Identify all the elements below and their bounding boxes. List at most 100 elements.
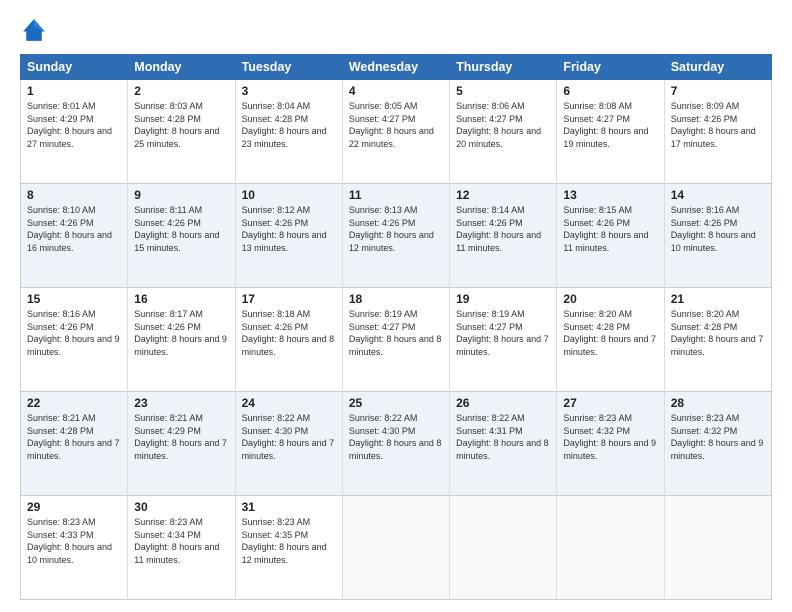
calendar-cell: 9 Sunrise: 8:11 AMSunset: 4:26 PMDayligh… [128, 184, 235, 288]
calendar-cell: 23 Sunrise: 8:21 AMSunset: 4:29 PMDaylig… [128, 392, 235, 496]
day-number: 13 [563, 188, 657, 202]
calendar-cell: 27 Sunrise: 8:23 AMSunset: 4:32 PMDaylig… [557, 392, 664, 496]
calendar-cell: 4 Sunrise: 8:05 AMSunset: 4:27 PMDayligh… [342, 80, 449, 184]
day-header-saturday: Saturday [664, 55, 771, 80]
day-info: Sunrise: 8:23 AMSunset: 4:35 PMDaylight:… [242, 517, 327, 565]
day-info: Sunrise: 8:23 AMSunset: 4:32 PMDaylight:… [563, 413, 656, 461]
calendar-cell: 19 Sunrise: 8:19 AMSunset: 4:27 PMDaylig… [450, 288, 557, 392]
day-number: 8 [27, 188, 121, 202]
day-info: Sunrise: 8:23 AMSunset: 4:32 PMDaylight:… [671, 413, 764, 461]
day-number: 20 [563, 292, 657, 306]
day-info: Sunrise: 8:20 AMSunset: 4:28 PMDaylight:… [671, 309, 764, 357]
day-info: Sunrise: 8:10 AMSunset: 4:26 PMDaylight:… [27, 205, 112, 253]
calendar-body: 1 Sunrise: 8:01 AMSunset: 4:29 PMDayligh… [21, 80, 772, 600]
day-header-thursday: Thursday [450, 55, 557, 80]
day-info: Sunrise: 8:08 AMSunset: 4:27 PMDaylight:… [563, 101, 648, 149]
day-info: Sunrise: 8:20 AMSunset: 4:28 PMDaylight:… [563, 309, 656, 357]
day-number: 23 [134, 396, 228, 410]
week-row-3: 15 Sunrise: 8:16 AMSunset: 4:26 PMDaylig… [21, 288, 772, 392]
day-number: 21 [671, 292, 765, 306]
day-number: 26 [456, 396, 550, 410]
week-row-1: 1 Sunrise: 8:01 AMSunset: 4:29 PMDayligh… [21, 80, 772, 184]
day-info: Sunrise: 8:03 AMSunset: 4:28 PMDaylight:… [134, 101, 219, 149]
day-info: Sunrise: 8:16 AMSunset: 4:26 PMDaylight:… [27, 309, 120, 357]
calendar-cell: 18 Sunrise: 8:19 AMSunset: 4:27 PMDaylig… [342, 288, 449, 392]
calendar-cell: 24 Sunrise: 8:22 AMSunset: 4:30 PMDaylig… [235, 392, 342, 496]
calendar-cell: 31 Sunrise: 8:23 AMSunset: 4:35 PMDaylig… [235, 496, 342, 600]
header [20, 16, 772, 44]
day-number: 4 [349, 84, 443, 98]
day-number: 15 [27, 292, 121, 306]
day-number: 24 [242, 396, 336, 410]
day-info: Sunrise: 8:15 AMSunset: 4:26 PMDaylight:… [563, 205, 648, 253]
day-info: Sunrise: 8:17 AMSunset: 4:26 PMDaylight:… [134, 309, 227, 357]
day-number: 25 [349, 396, 443, 410]
day-info: Sunrise: 8:14 AMSunset: 4:26 PMDaylight:… [456, 205, 541, 253]
week-row-4: 22 Sunrise: 8:21 AMSunset: 4:28 PMDaylig… [21, 392, 772, 496]
day-number: 22 [27, 396, 121, 410]
calendar-cell: 3 Sunrise: 8:04 AMSunset: 4:28 PMDayligh… [235, 80, 342, 184]
day-number: 30 [134, 500, 228, 514]
calendar-table: SundayMondayTuesdayWednesdayThursdayFrid… [20, 54, 772, 600]
day-number: 9 [134, 188, 228, 202]
calendar-cell [342, 496, 449, 600]
logo [20, 16, 52, 44]
day-info: Sunrise: 8:23 AMSunset: 4:34 PMDaylight:… [134, 517, 219, 565]
day-number: 7 [671, 84, 765, 98]
day-info: Sunrise: 8:09 AMSunset: 4:26 PMDaylight:… [671, 101, 756, 149]
day-info: Sunrise: 8:18 AMSunset: 4:26 PMDaylight:… [242, 309, 335, 357]
days-header-row: SundayMondayTuesdayWednesdayThursdayFrid… [21, 55, 772, 80]
calendar-cell: 10 Sunrise: 8:12 AMSunset: 4:26 PMDaylig… [235, 184, 342, 288]
day-number: 14 [671, 188, 765, 202]
calendar-cell: 26 Sunrise: 8:22 AMSunset: 4:31 PMDaylig… [450, 392, 557, 496]
calendar-cell [450, 496, 557, 600]
calendar-cell: 8 Sunrise: 8:10 AMSunset: 4:26 PMDayligh… [21, 184, 128, 288]
calendar-cell: 20 Sunrise: 8:20 AMSunset: 4:28 PMDaylig… [557, 288, 664, 392]
week-row-5: 29 Sunrise: 8:23 AMSunset: 4:33 PMDaylig… [21, 496, 772, 600]
day-number: 2 [134, 84, 228, 98]
day-number: 31 [242, 500, 336, 514]
day-number: 17 [242, 292, 336, 306]
day-header-tuesday: Tuesday [235, 55, 342, 80]
day-header-sunday: Sunday [21, 55, 128, 80]
day-number: 18 [349, 292, 443, 306]
day-header-friday: Friday [557, 55, 664, 80]
calendar-cell: 5 Sunrise: 8:06 AMSunset: 4:27 PMDayligh… [450, 80, 557, 184]
calendar-cell: 16 Sunrise: 8:17 AMSunset: 4:26 PMDaylig… [128, 288, 235, 392]
day-info: Sunrise: 8:01 AMSunset: 4:29 PMDaylight:… [27, 101, 112, 149]
calendar-cell: 7 Sunrise: 8:09 AMSunset: 4:26 PMDayligh… [664, 80, 771, 184]
day-info: Sunrise: 8:22 AMSunset: 4:31 PMDaylight:… [456, 413, 549, 461]
day-number: 12 [456, 188, 550, 202]
day-number: 6 [563, 84, 657, 98]
calendar-cell: 21 Sunrise: 8:20 AMSunset: 4:28 PMDaylig… [664, 288, 771, 392]
calendar-cell: 13 Sunrise: 8:15 AMSunset: 4:26 PMDaylig… [557, 184, 664, 288]
day-info: Sunrise: 8:21 AMSunset: 4:29 PMDaylight:… [134, 413, 227, 461]
day-number: 11 [349, 188, 443, 202]
calendar-cell: 25 Sunrise: 8:22 AMSunset: 4:30 PMDaylig… [342, 392, 449, 496]
day-number: 10 [242, 188, 336, 202]
day-number: 19 [456, 292, 550, 306]
day-info: Sunrise: 8:05 AMSunset: 4:27 PMDaylight:… [349, 101, 434, 149]
day-info: Sunrise: 8:19 AMSunset: 4:27 PMDaylight:… [456, 309, 549, 357]
day-number: 5 [456, 84, 550, 98]
calendar-cell: 30 Sunrise: 8:23 AMSunset: 4:34 PMDaylig… [128, 496, 235, 600]
day-number: 27 [563, 396, 657, 410]
calendar-cell: 2 Sunrise: 8:03 AMSunset: 4:28 PMDayligh… [128, 80, 235, 184]
day-info: Sunrise: 8:11 AMSunset: 4:26 PMDaylight:… [134, 205, 219, 253]
day-number: 3 [242, 84, 336, 98]
calendar-cell: 11 Sunrise: 8:13 AMSunset: 4:26 PMDaylig… [342, 184, 449, 288]
day-info: Sunrise: 8:23 AMSunset: 4:33 PMDaylight:… [27, 517, 112, 565]
week-row-2: 8 Sunrise: 8:10 AMSunset: 4:26 PMDayligh… [21, 184, 772, 288]
day-header-monday: Monday [128, 55, 235, 80]
day-header-wednesday: Wednesday [342, 55, 449, 80]
day-info: Sunrise: 8:06 AMSunset: 4:27 PMDaylight:… [456, 101, 541, 149]
calendar-cell: 28 Sunrise: 8:23 AMSunset: 4:32 PMDaylig… [664, 392, 771, 496]
day-info: Sunrise: 8:13 AMSunset: 4:26 PMDaylight:… [349, 205, 434, 253]
day-info: Sunrise: 8:22 AMSunset: 4:30 PMDaylight:… [349, 413, 442, 461]
day-number: 1 [27, 84, 121, 98]
calendar-cell: 15 Sunrise: 8:16 AMSunset: 4:26 PMDaylig… [21, 288, 128, 392]
calendar-cell [557, 496, 664, 600]
day-number: 29 [27, 500, 121, 514]
day-info: Sunrise: 8:16 AMSunset: 4:26 PMDaylight:… [671, 205, 756, 253]
calendar-cell [664, 496, 771, 600]
